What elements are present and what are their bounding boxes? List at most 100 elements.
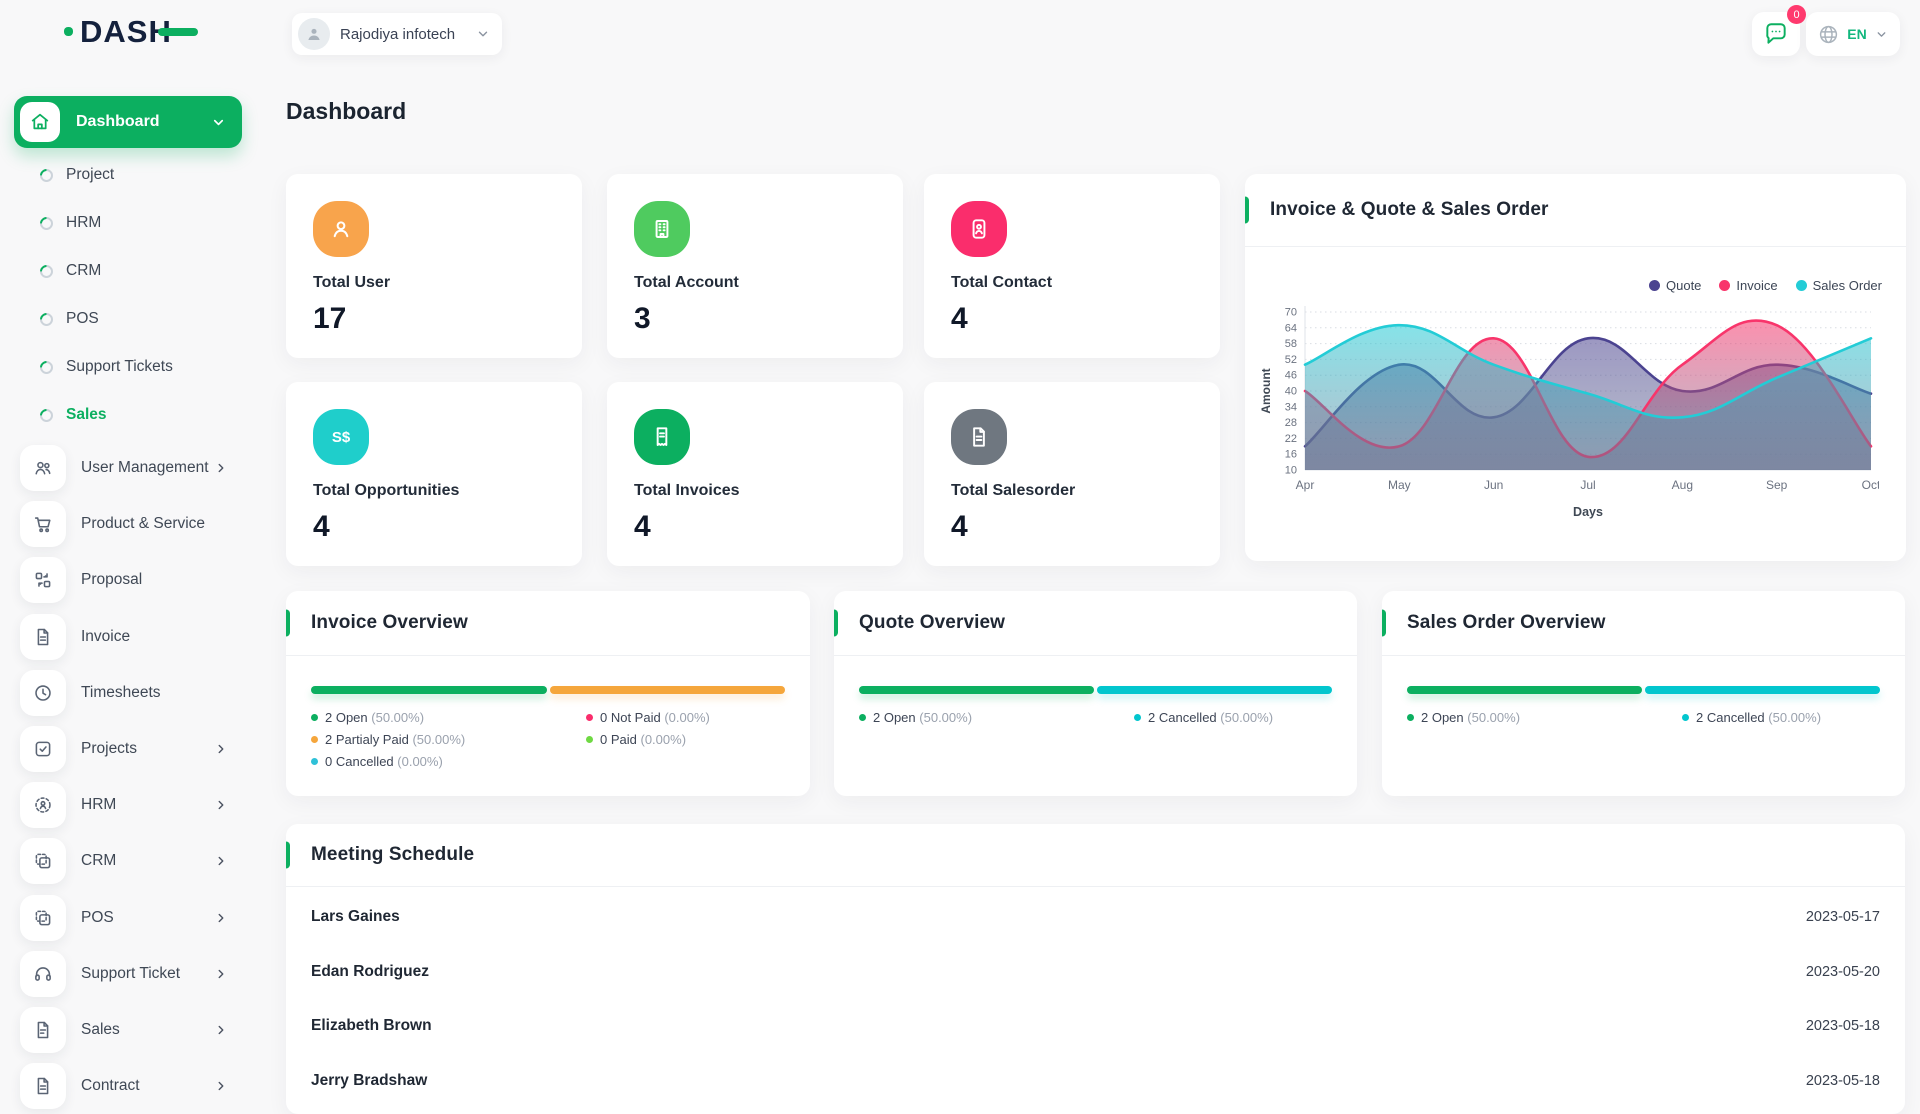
meeting-row: Edan Rodriguez 2023-05-20 — [286, 945, 1905, 1000]
sidebar-item-user-management[interactable]: User Management — [0, 440, 256, 496]
chevron-right-icon — [214, 854, 228, 868]
sidebar-subitem-pos[interactable]: POS — [0, 295, 256, 343]
sidebar-icon-chip — [20, 895, 66, 941]
stat-card-label: Total Account — [634, 274, 739, 292]
svg-text:Aug: Aug — [1672, 478, 1693, 492]
svg-text:34: 34 — [1285, 401, 1297, 413]
meeting-row: Lars Gaines 2023-05-17 — [286, 890, 1905, 945]
logo-dot — [64, 27, 73, 36]
legend-label: 2 Cancelled — [1148, 710, 1217, 725]
sidebar-item-proposal[interactable]: Proposal — [0, 552, 256, 608]
sidebar-item-timesheets[interactable]: Timesheets — [0, 665, 256, 721]
chart-legend: Quote Invoice Sales Order — [1649, 278, 1882, 293]
svg-text:Amount: Amount — [1259, 368, 1273, 413]
stat-icon-badge — [951, 201, 1007, 257]
sidebar-subitem-support-tickets[interactable]: Support Tickets — [0, 343, 256, 391]
sidebar-subitem-sales[interactable]: Sales — [0, 391, 256, 439]
legend-item-invoice: Invoice — [1719, 278, 1777, 293]
card-accent-bar — [286, 842, 290, 869]
stat-card-total-salesorder: Total Salesorder 4 — [924, 382, 1220, 566]
language-selector[interactable]: EN — [1806, 12, 1900, 56]
legend-percent: (50.00%) — [1467, 710, 1520, 725]
progress-bar — [859, 686, 1332, 694]
globe-icon — [1818, 24, 1839, 45]
invoice-overview-card: Invoice Overview 2 Open (50.00%) 2 Parti… — [286, 591, 810, 796]
progress-segment — [550, 686, 786, 694]
legend-percent: (50.00%) — [1220, 710, 1273, 725]
sidebar-subitem-hrm[interactable]: HRM — [0, 199, 256, 247]
sidebar-icon-chip — [20, 614, 66, 660]
bullet-ring-icon — [37, 358, 55, 376]
sidebar-item-crm[interactable]: CRM — [0, 833, 256, 889]
progress-bar — [1407, 686, 1880, 694]
card-accent-bar — [834, 610, 838, 637]
stat-card-total-opportunities: S$ Total Opportunities 4 — [286, 382, 582, 566]
overview-card-title: Sales Order Overview — [1407, 612, 1605, 634]
contact-phone-icon — [966, 216, 992, 242]
chevron-right-icon — [214, 461, 228, 475]
sidebar-item-projects[interactable]: Projects — [0, 721, 256, 777]
sidebar-subitem-crm[interactable]: CRM — [0, 247, 256, 295]
user-avatar-icon — [305, 25, 323, 43]
meeting-rows: Lars Gaines 2023-05-17Edan Rodriguez 202… — [286, 890, 1905, 1108]
legend-percent: (50.00%) — [371, 710, 424, 725]
legend-label: 2 Partialy Paid — [325, 732, 409, 747]
bullet-ring-icon — [37, 310, 55, 328]
legend-label: Quote — [1666, 278, 1701, 293]
sidebar-item-contract[interactable]: Contract — [0, 1058, 256, 1114]
sales-doc-icon — [32, 1019, 54, 1041]
meeting-name: Elizabeth Brown — [311, 1017, 432, 1035]
progress-segment — [1407, 686, 1642, 694]
dashboard-submenu: Project HRM CRM POS Support Tickets Sale… — [0, 151, 256, 439]
sidebar-icon-chip — [20, 670, 66, 716]
overview-card-title: Invoice Overview — [311, 612, 468, 634]
meeting-name: Lars Gaines — [311, 908, 400, 926]
sidebar-item-product-service[interactable]: Product & Service — [0, 496, 256, 552]
legend-dot — [1649, 280, 1660, 291]
svg-text:52: 52 — [1285, 354, 1297, 366]
page-title: Dashboard — [286, 98, 406, 125]
logo-text: DASH — [80, 16, 172, 47]
stat-card-value: 4 — [634, 510, 651, 544]
meeting-row: Elizabeth Brown 2023-05-18 — [286, 999, 1905, 1054]
stat-card-value: 4 — [951, 510, 968, 544]
messages-button[interactable]: 0 — [1752, 12, 1800, 56]
legend-dot — [311, 758, 318, 765]
cart-icon — [32, 513, 54, 535]
chevron-right-icon — [214, 742, 228, 756]
legend-dot — [1796, 280, 1807, 291]
sidebar-item-invoice[interactable]: Invoice — [0, 609, 256, 665]
meeting-name: Edan Rodriguez — [311, 963, 429, 981]
sidebar-item-label: Proposal — [81, 571, 256, 589]
sidebar-item-pos[interactable]: POS — [0, 890, 256, 946]
svg-text:28: 28 — [1285, 417, 1297, 429]
sidebar-item-label: CRM — [81, 852, 214, 870]
stat-card-value: 4 — [313, 510, 330, 544]
currency-icon: S$ — [332, 429, 350, 446]
stat-card-value: 17 — [313, 302, 346, 336]
chevron-right-icon — [214, 1023, 228, 1037]
stat-icon-badge — [313, 201, 369, 257]
stat-card-value: 4 — [951, 302, 968, 336]
invoice-icon — [32, 626, 54, 648]
sidebar-subitem-label: CRM — [66, 262, 101, 280]
building-icon — [649, 216, 675, 242]
sidebar-item-support-ticket[interactable]: Support Ticket — [0, 946, 256, 1002]
sidebar-subitem-label: HRM — [66, 214, 101, 232]
sidebar-item-sales[interactable]: Sales — [0, 1002, 256, 1058]
sidebar-subitem-project[interactable]: Project — [0, 151, 256, 199]
stat-card-label: Total Opportunities — [313, 482, 459, 500]
sidebar-icon-chip — [20, 501, 66, 547]
meeting-date: 2023-05-18 — [1806, 1073, 1880, 1089]
sidebar-item-dashboard[interactable]: Dashboard — [14, 96, 242, 148]
app-logo[interactable]: DASH — [64, 16, 172, 47]
sidebar-item-hrm[interactable]: HRM — [0, 777, 256, 833]
chevron-down-icon — [476, 27, 490, 41]
svg-text:Jul: Jul — [1580, 478, 1595, 492]
sales-order-overview-card: Sales Order Overview 2 Open (50.00%) 2 C… — [1382, 591, 1905, 796]
workspace-selector[interactable]: Rajodiya infotech — [292, 13, 502, 55]
overview-legend-item: 2 Open (50.00%) — [1407, 710, 1520, 725]
svg-text:Days: Days — [1573, 505, 1603, 519]
legend-label: Sales Order — [1813, 278, 1882, 293]
bullet-ring-icon — [37, 262, 55, 280]
